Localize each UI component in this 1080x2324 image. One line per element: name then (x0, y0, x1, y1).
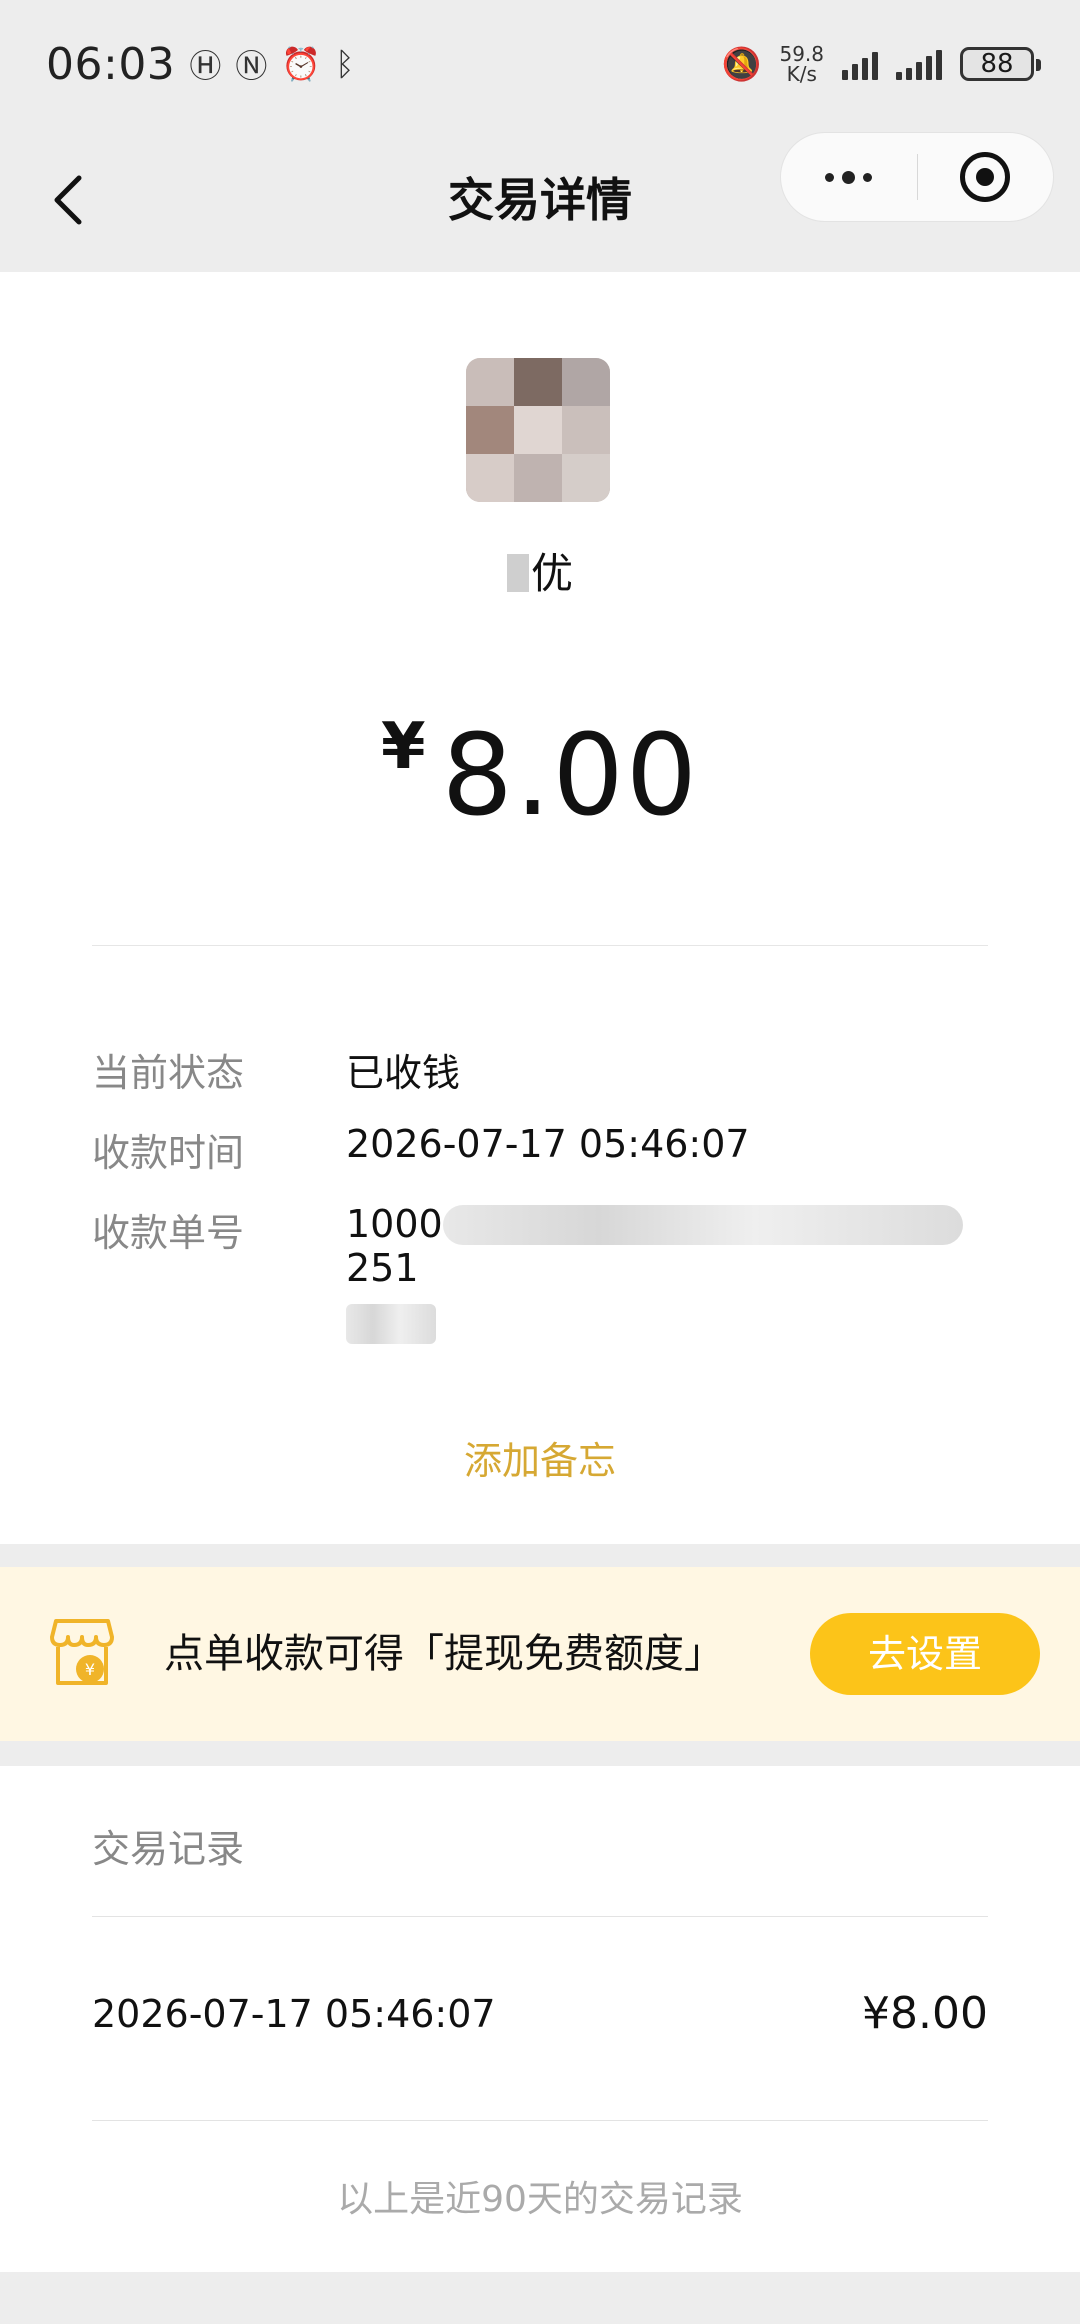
back-button[interactable] (40, 172, 96, 228)
order-number-end: 251 (346, 1246, 419, 1290)
records-footer-note: 以上是近90天的交易记录 (337, 2179, 743, 2220)
detail-key: 收款单号 (92, 1211, 245, 1255)
bluetooth-icon: ᛒ (335, 45, 355, 83)
merchant-name: 优 (0, 540, 1080, 601)
currency-symbol: ¥ (381, 710, 426, 784)
signal-icon (842, 48, 878, 80)
amount-value: 8.00 (441, 711, 699, 841)
signal-icon (896, 48, 942, 80)
divider (92, 1916, 988, 1917)
transaction-card: 优 ¥8.00 当前状态 已收钱 收款时间 2026-07-17 05:46:0… (0, 272, 1080, 1544)
redacted-text (506, 554, 529, 592)
merchant-avatar (466, 358, 610, 502)
merchant-name-text: 优 (530, 549, 573, 598)
status-icons-right: 🔕 59.8 K/s 88 (721, 44, 1041, 84)
redacted-text (442, 1205, 963, 1245)
close-miniprogram-button[interactable] (918, 133, 1054, 221)
status-bar: 06:03 Ⓗ Ⓝ ⏰ ᛒ 🔕 59.8 K/s 88 (0, 0, 1080, 128)
status-time: 06:03 (46, 38, 176, 90)
divider (92, 2120, 988, 2121)
redacted-text (346, 1304, 436, 1344)
chevron-left-icon (54, 175, 82, 225)
hd-voice-icon: Ⓗ (189, 47, 222, 85)
more-dots-icon (825, 170, 873, 184)
add-memo-link[interactable]: 添加备忘 (0, 1430, 1080, 1485)
alarm-icon: ⏰ (281, 45, 322, 83)
records-title: 交易记录 (92, 1827, 245, 1871)
nfc-icon: Ⓝ (235, 47, 268, 85)
detail-row-order: 收款单号 1000251 (92, 1202, 992, 1345)
detail-value: 已收钱 (346, 1051, 461, 1095)
more-button[interactable] (781, 133, 917, 221)
record-amount: ¥8.00 (862, 1988, 988, 2039)
detail-value: 2026-07-17 05:46:07 (346, 1122, 750, 1166)
detail-row-status: 当前状态 已收钱 (92, 1042, 992, 1097)
mute-icon: 🔕 (721, 45, 762, 83)
detail-value-order: 1000251 (346, 1202, 992, 1345)
transaction-amount: ¥8.00 (0, 710, 1080, 841)
svg-text:¥: ¥ (85, 1660, 95, 1679)
divider (92, 945, 988, 946)
net-speed-value: 59.8 (779, 42, 824, 66)
record-time: 2026-07-17 05:46:07 (92, 1992, 496, 2036)
status-icons-left: Ⓗ Ⓝ ⏰ ᛒ (189, 41, 354, 87)
detail-row-time: 收款时间 2026-07-17 05:46:07 (92, 1122, 992, 1177)
transaction-records: 交易记录 2026-07-17 05:46:07 ¥8.00 以上是近90天的交… (0, 1766, 1080, 2272)
shop-coin-icon: ¥ (50, 1619, 114, 1685)
detail-key: 当前状态 (92, 1051, 245, 1095)
target-icon (960, 152, 1011, 202)
go-settings-button[interactable]: 去设置 (810, 1613, 1040, 1695)
net-speed: 59.8 K/s (779, 44, 824, 84)
battery-icon: 88 (960, 47, 1041, 81)
order-number-start: 1000 (346, 1202, 443, 1246)
nav-bar: 交易详情 (0, 128, 1080, 272)
detail-key: 收款时间 (92, 1131, 245, 1175)
net-speed-unit: K/s (786, 62, 817, 86)
promo-banner[interactable]: ¥ 点单收款可得「提现免费额度」 去设置 (0, 1567, 1080, 1741)
mini-program-capsule (780, 132, 1054, 222)
banner-text: 点单收款可得「提现免费额度」 (164, 1631, 724, 1677)
